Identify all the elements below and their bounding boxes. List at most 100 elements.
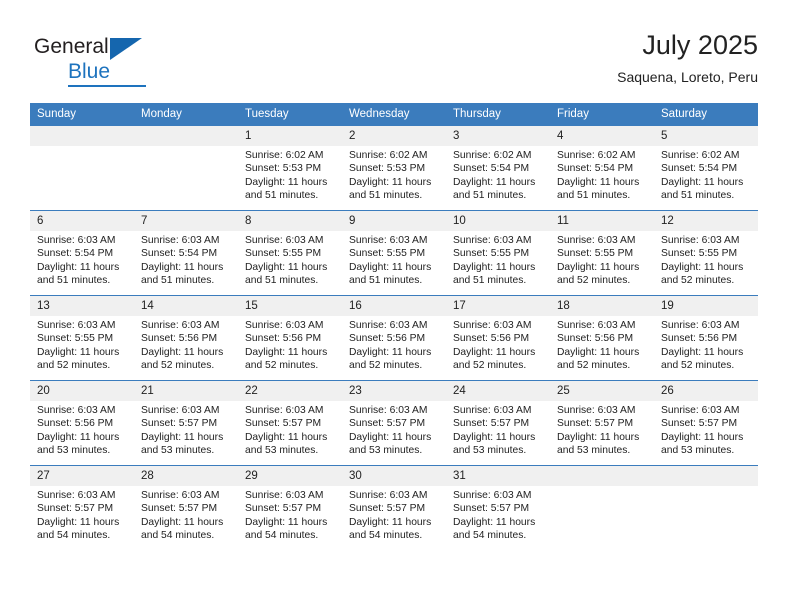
daylight-text-line1: Daylight: 11 hours xyxy=(349,346,432,358)
day-cell-9[interactable]: 9 Sunrise: 6:03 AM Sunset: 5:55 PM Daylight… xyxy=(342,210,446,296)
day-number: 31 xyxy=(446,466,550,486)
day-cell-26[interactable]: 26 Sunrise: 6:03 AM Sunset: 5:57 PM Dayligh… xyxy=(654,380,758,466)
daylight-text-line2: and 51 minutes. xyxy=(661,190,735,202)
sunset-text: Sunset: 5:57 PM xyxy=(349,503,426,515)
daylight-text-line2: and 54 minutes. xyxy=(141,530,215,542)
sunrise-text: Sunrise: 6:03 AM xyxy=(37,320,116,331)
day-cell-27[interactable]: 27 Sunrise: 6:03 AM Sunset: 5:57 PM Dayligh… xyxy=(30,465,134,550)
sunset-text: Sunset: 5:55 PM xyxy=(37,333,114,345)
day-cell-8[interactable]: 8 Sunrise: 6:03 AM Sunset: 5:55 PM Daylight… xyxy=(238,210,342,296)
day-cell-24[interactable]: 24 Sunrise: 6:03 AM Sunset: 5:57 PM Dayligh… xyxy=(446,380,550,466)
sunrise-text: Sunrise: 6:03 AM xyxy=(141,405,220,416)
sunset-text: Sunset: 5:55 PM xyxy=(245,248,322,260)
daylight-text-line2: and 54 minutes. xyxy=(349,530,423,542)
sunrise-text: Sunrise: 6:03 AM xyxy=(141,490,220,501)
daylight-text-line2: and 52 minutes. xyxy=(453,360,527,372)
day-details: Sunrise: 6:02 AM Sunset: 5:53 PM Daylight:… xyxy=(238,146,342,203)
day-number: 24 xyxy=(446,381,550,401)
day-number: 5 xyxy=(654,126,758,146)
daylight-text-line1: Daylight: 11 hours xyxy=(661,261,744,273)
sunrise-text: Sunrise: 6:02 AM xyxy=(349,150,428,161)
day-cell-13[interactable]: 13 Sunrise: 6:03 AM Sunset: 5:55 PM Dayligh… xyxy=(30,295,134,381)
day-details: Sunrise: 6:03 AM Sunset: 5:56 PM Daylight:… xyxy=(654,316,758,373)
day-cell-16[interactable]: 16 Sunrise: 6:03 AM Sunset: 5:56 PM Dayligh… xyxy=(342,295,446,381)
day-details: Sunrise: 6:03 AM Sunset: 5:57 PM Daylight:… xyxy=(342,401,446,458)
day-cell-4[interactable]: 4 Sunrise: 6:02 AM Sunset: 5:54 PM Daylight… xyxy=(550,126,654,211)
page-subtitle: Saquena, Loreto, Peru xyxy=(617,69,758,85)
day-details: Sunrise: 6:03 AM Sunset: 5:56 PM Daylight:… xyxy=(550,316,654,373)
daylight-text-line2: and 54 minutes. xyxy=(37,530,111,542)
page-header: General Blue July 2025 Saquena, Loreto, … xyxy=(30,28,758,90)
day-cell-10[interactable]: 10 Sunrise: 6:03 AM Sunset: 5:55 PM Dayligh… xyxy=(446,210,550,296)
sunset-text: Sunset: 5:55 PM xyxy=(349,248,426,260)
weekday-header-row: Sunday Monday Tuesday Wednesday Thursday Frid… xyxy=(30,103,758,126)
day-details: Sunrise: 6:03 AM Sunset: 5:56 PM Daylight:… xyxy=(134,316,238,373)
day-cell-18[interactable]: 18 Sunrise: 6:03 AM Sunset: 5:56 PM Dayligh… xyxy=(550,295,654,381)
daylight-text-line1: Daylight: 11 hours xyxy=(453,261,536,273)
day-cell-20[interactable]: 20 Sunrise: 6:03 AM Sunset: 5:56 PM Dayligh… xyxy=(30,380,134,466)
day-details: Sunrise: 6:03 AM Sunset: 5:55 PM Daylight:… xyxy=(30,316,134,373)
day-cell-6[interactable]: 6 Sunrise: 6:03 AM Sunset: 5:54 PM Daylight… xyxy=(30,210,134,296)
sunset-text: Sunset: 5:56 PM xyxy=(557,333,634,345)
day-cell-31[interactable]: 31 Sunrise: 6:03 AM Sunset: 5:57 PM Dayligh… xyxy=(446,465,550,550)
weekday-header-saturday: Saturday xyxy=(654,103,758,126)
day-cell-7[interactable]: 7 Sunrise: 6:03 AM Sunset: 5:54 PM Daylight… xyxy=(134,210,238,296)
day-details: Sunrise: 6:02 AM Sunset: 5:54 PM Daylight:… xyxy=(446,146,550,203)
sunset-text: Sunset: 5:57 PM xyxy=(557,418,634,430)
daylight-text-line2: and 52 minutes. xyxy=(557,275,631,287)
daylight-text-line2: and 54 minutes. xyxy=(245,530,319,542)
daylight-text-line2: and 53 minutes. xyxy=(453,445,527,457)
sunrise-text: Sunrise: 6:03 AM xyxy=(245,320,324,331)
daylight-text-line1: Daylight: 11 hours xyxy=(245,261,328,273)
daylight-text-line2: and 53 minutes. xyxy=(245,445,319,457)
sunrise-text: Sunrise: 6:02 AM xyxy=(453,150,532,161)
sunset-text: Sunset: 5:57 PM xyxy=(661,418,738,430)
sunset-text: Sunset: 5:54 PM xyxy=(557,163,634,175)
daylight-text-line1: Daylight: 11 hours xyxy=(453,516,536,528)
weekday-header-wednesday: Wednesday xyxy=(342,103,446,126)
calendar-grid: Sunday Monday Tuesday Wednesday Thursday Frid… xyxy=(30,103,758,550)
day-cell-25[interactable]: 25 Sunrise: 6:03 AM Sunset: 5:57 PM Dayligh… xyxy=(550,380,654,466)
day-number: 15 xyxy=(238,296,342,316)
weekday-header-sunday: Sunday xyxy=(30,103,134,126)
day-cell-29[interactable]: 29 Sunrise: 6:03 AM Sunset: 5:57 PM Dayligh… xyxy=(238,465,342,550)
daylight-text-line1: Daylight: 11 hours xyxy=(141,431,224,443)
day-number: 14 xyxy=(134,296,238,316)
day-details: Sunrise: 6:03 AM Sunset: 5:57 PM Daylight:… xyxy=(134,401,238,458)
day-cell-23[interactable]: 23 Sunrise: 6:03 AM Sunset: 5:57 PM Dayligh… xyxy=(342,380,446,466)
day-cell-2[interactable]: 2 Sunrise: 6:02 AM Sunset: 5:53 PM Daylight… xyxy=(342,126,446,211)
day-number: 28 xyxy=(134,466,238,486)
sunset-text: Sunset: 5:57 PM xyxy=(453,418,530,430)
day-cell-1[interactable]: 1 Sunrise: 6:02 AM Sunset: 5:53 PM Daylight… xyxy=(238,126,342,211)
daylight-text-line1: Daylight: 11 hours xyxy=(245,516,328,528)
day-number: 8 xyxy=(238,211,342,231)
day-cell-3[interactable]: 3 Sunrise: 6:02 AM Sunset: 5:54 PM Daylight… xyxy=(446,126,550,211)
day-number: 1 xyxy=(238,126,342,146)
sunset-text: Sunset: 5:57 PM xyxy=(37,503,114,515)
sunrise-text: Sunrise: 6:03 AM xyxy=(661,320,740,331)
sunset-text: Sunset: 5:53 PM xyxy=(349,163,426,175)
daylight-text-line2: and 54 minutes. xyxy=(453,530,527,542)
day-number: 25 xyxy=(550,381,654,401)
day-number xyxy=(30,126,134,146)
generalblue-logo[interactable]: General Blue xyxy=(34,36,214,90)
sunrise-text: Sunrise: 6:03 AM xyxy=(349,320,428,331)
day-cell-22[interactable]: 22 Sunrise: 6:03 AM Sunset: 5:57 PM Dayligh… xyxy=(238,380,342,466)
day-cell-12[interactable]: 12 Sunrise: 6:03 AM Sunset: 5:55 PM Dayligh… xyxy=(654,210,758,296)
daylight-text-line2: and 53 minutes. xyxy=(37,445,111,457)
sunrise-text: Sunrise: 6:03 AM xyxy=(349,490,428,501)
daylight-text-line2: and 51 minutes. xyxy=(557,190,631,202)
daylight-text-line2: and 52 minutes. xyxy=(661,275,735,287)
day-cell-14[interactable]: 14 Sunrise: 6:03 AM Sunset: 5:56 PM Dayligh… xyxy=(134,295,238,381)
day-cell-30[interactable]: 30 Sunrise: 6:03 AM Sunset: 5:57 PM Dayligh… xyxy=(342,465,446,550)
daylight-text-line1: Daylight: 11 hours xyxy=(557,346,640,358)
day-cell-17[interactable]: 17 Sunrise: 6:03 AM Sunset: 5:56 PM Dayligh… xyxy=(446,295,550,381)
sunrise-text: Sunrise: 6:03 AM xyxy=(37,405,116,416)
day-cell-21[interactable]: 21 Sunrise: 6:03 AM Sunset: 5:57 PM Dayligh… xyxy=(134,380,238,466)
day-cell-15[interactable]: 15 Sunrise: 6:03 AM Sunset: 5:56 PM Dayligh… xyxy=(238,295,342,381)
day-cell-11[interactable]: 11 Sunrise: 6:03 AM Sunset: 5:55 PM Dayligh… xyxy=(550,210,654,296)
day-cell-19[interactable]: 19 Sunrise: 6:03 AM Sunset: 5:56 PM Dayligh… xyxy=(654,295,758,381)
day-cell-28[interactable]: 28 Sunrise: 6:03 AM Sunset: 5:57 PM Dayligh… xyxy=(134,465,238,550)
day-number: 27 xyxy=(30,466,134,486)
day-cell-5[interactable]: 5 Sunrise: 6:02 AM Sunset: 5:54 PM Daylight… xyxy=(654,126,758,211)
